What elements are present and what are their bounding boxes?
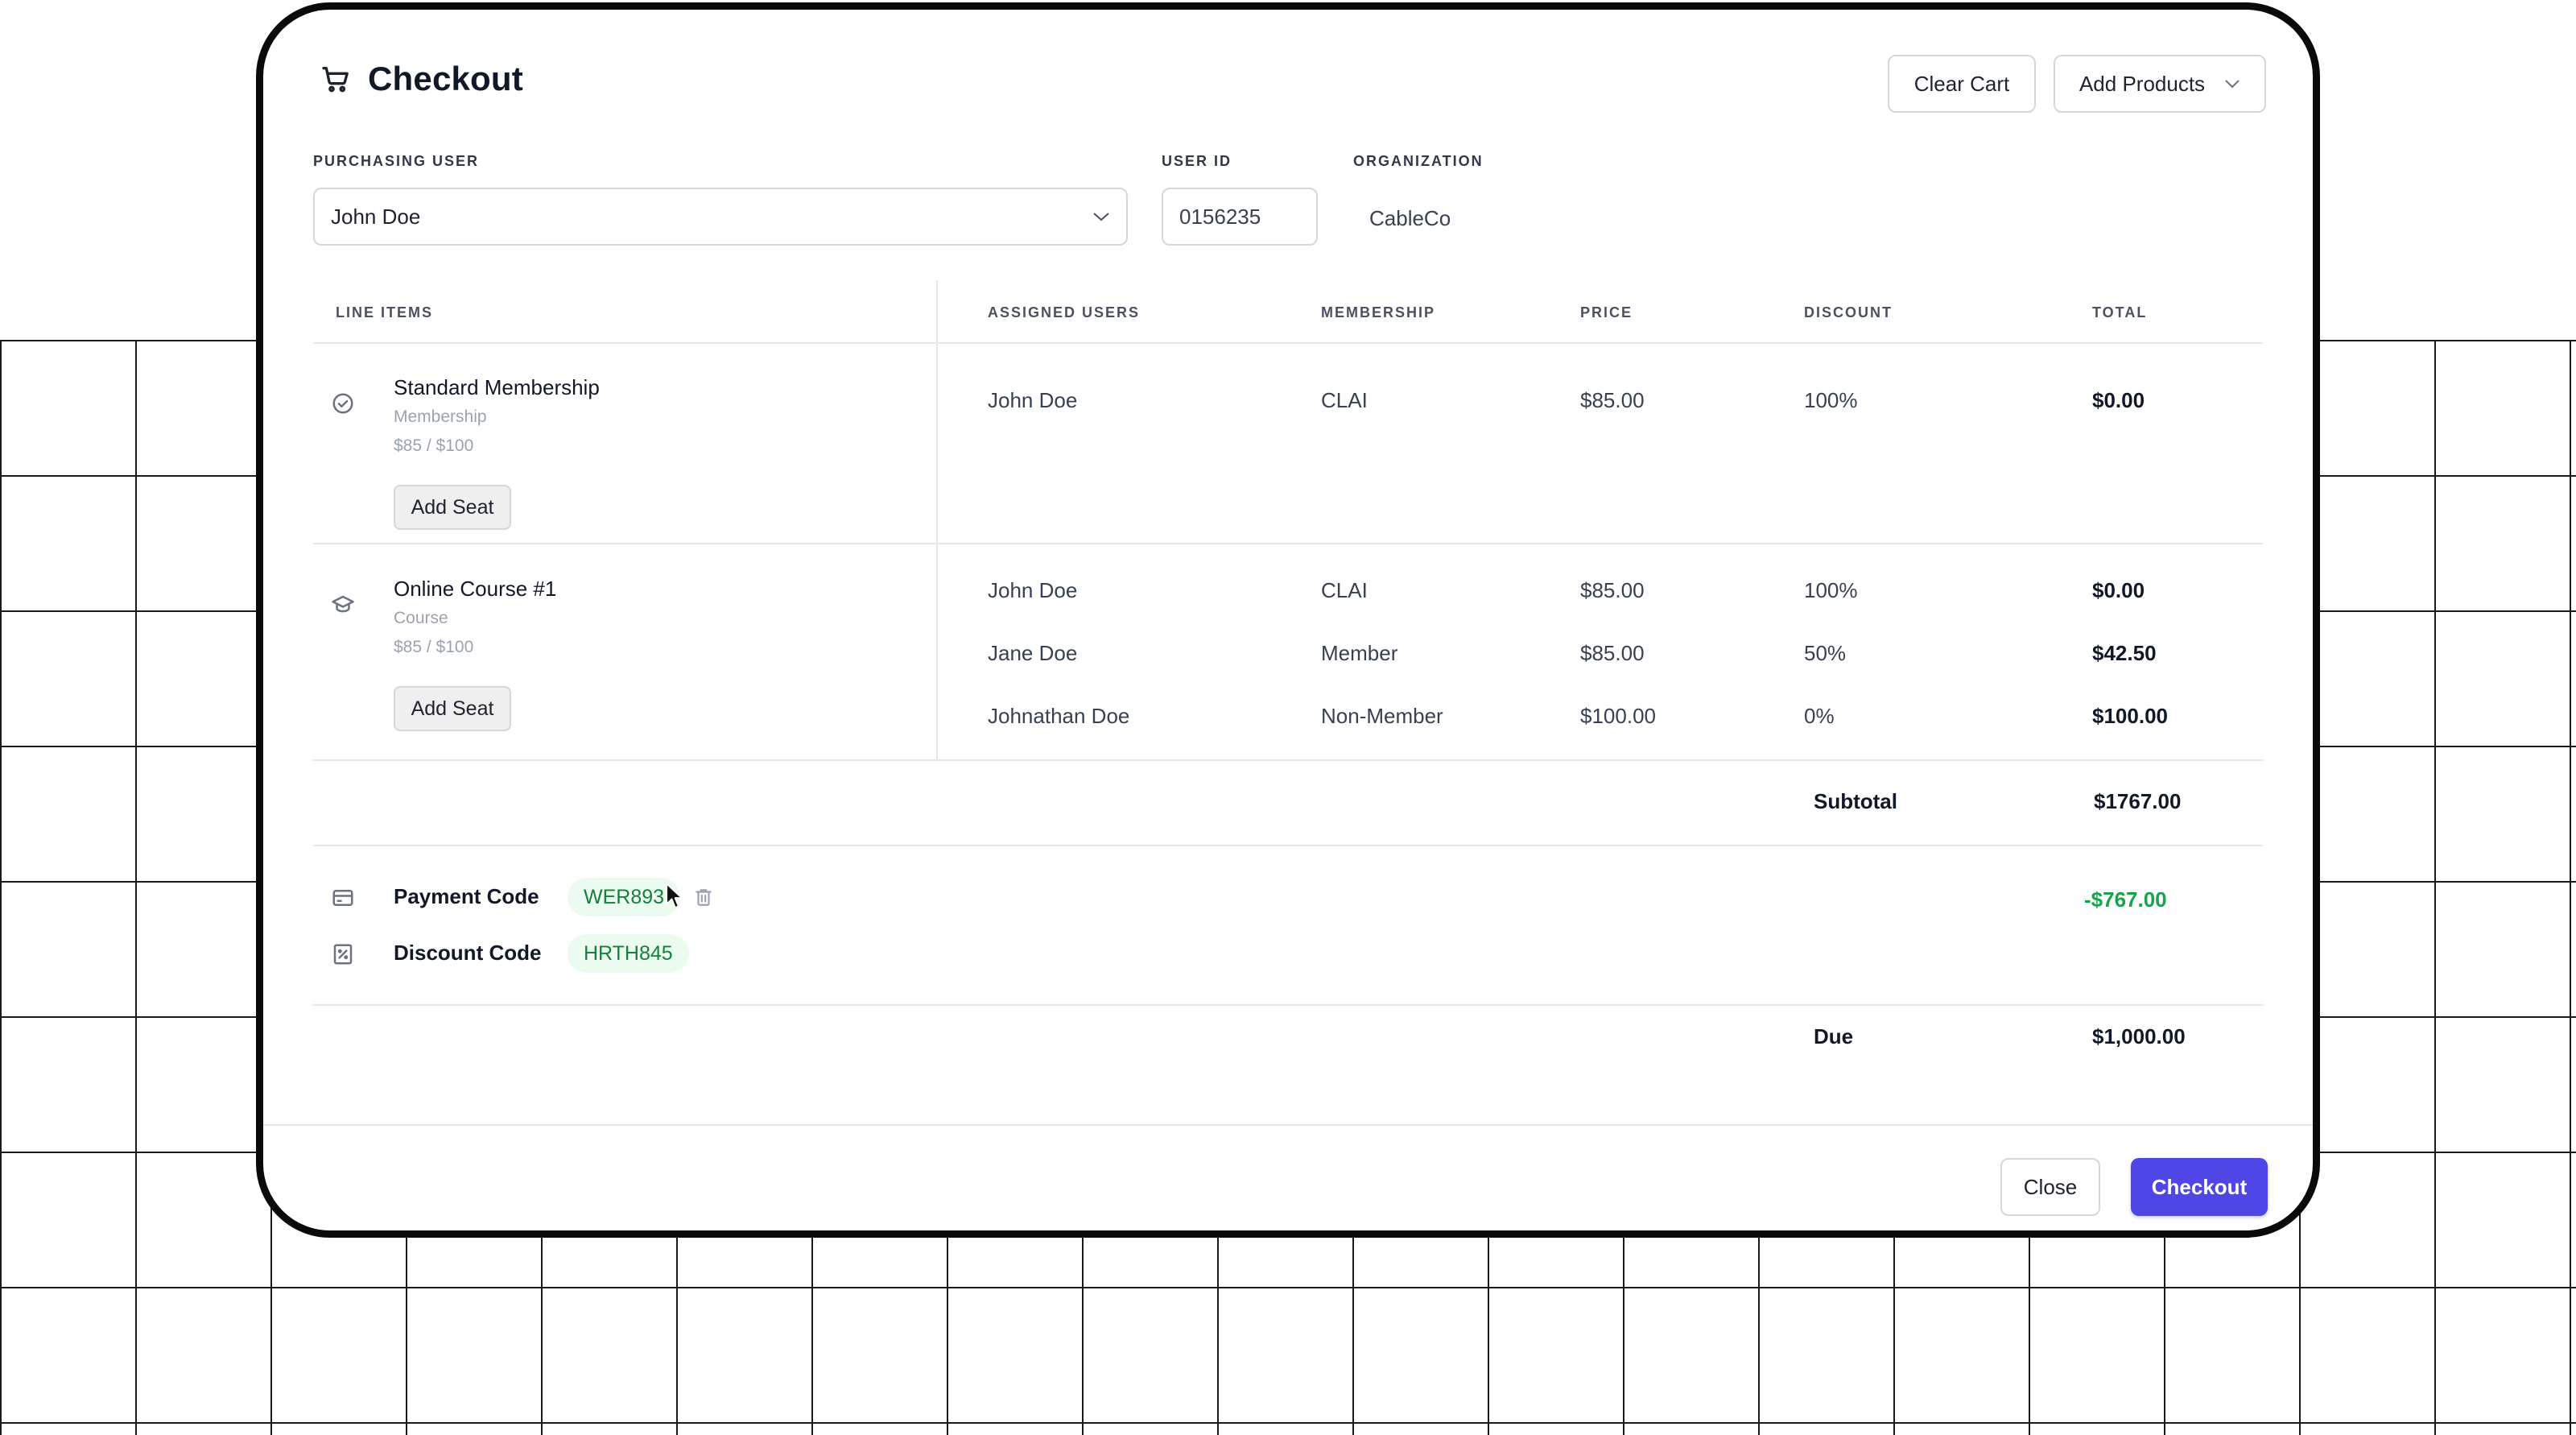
col-total: TOTAL xyxy=(2092,304,2148,320)
modal-header: Checkout Clear Cart Add Products xyxy=(320,52,2266,116)
item-type: Course xyxy=(394,609,448,627)
assigned-user: John Doe xyxy=(988,388,1078,412)
checkout-modal: Checkout Clear Cart Add Products PURCHAS… xyxy=(256,2,2320,1238)
subtotal-label: Subtotal xyxy=(1814,789,1897,813)
price-value: $85.00 xyxy=(1580,388,1645,412)
user-id-value: 0156235 xyxy=(1179,204,1261,229)
item-price-range: $85 / $100 xyxy=(394,436,474,455)
discount-code-label: Discount Code xyxy=(394,941,542,965)
organization-value: CableCo xyxy=(1369,206,1451,230)
total-value: $0.00 xyxy=(2092,578,2145,602)
due-value: $1,000.00 xyxy=(2092,1024,2186,1048)
add-products-dropdown[interactable]: Add Products xyxy=(2054,55,2266,113)
due-label: Due xyxy=(1814,1024,1854,1048)
divider xyxy=(313,759,2263,761)
membership-value: Non-Member xyxy=(1321,704,1443,728)
trash-icon[interactable] xyxy=(693,886,714,908)
credit-card-icon xyxy=(332,890,353,906)
mouse-pointer-icon xyxy=(666,883,683,909)
col-membership: MEMBERSHIP xyxy=(1321,304,1436,320)
footer-divider xyxy=(263,1124,2313,1126)
price-value: $100.00 xyxy=(1580,704,1656,728)
assigned-user: Jane Doe xyxy=(988,641,1078,665)
divider xyxy=(313,845,2263,846)
discount-value: 50% xyxy=(1804,641,1847,665)
purchasing-user-select[interactable]: John Doe xyxy=(313,188,1128,246)
divider xyxy=(313,1004,2263,1006)
price-value: $85.00 xyxy=(1580,641,1645,665)
membership-value: CLAI xyxy=(1321,578,1368,602)
total-value: $0.00 xyxy=(2092,388,2145,412)
title-group: Checkout xyxy=(320,60,523,98)
total-value: $100.00 xyxy=(2092,704,2168,728)
purchasing-user-value: John Doe xyxy=(331,204,421,229)
add-products-label: Add Products xyxy=(2079,71,2206,96)
chevron-down-icon xyxy=(2225,80,2240,89)
check-circle-icon xyxy=(332,393,353,414)
discount-value: 100% xyxy=(1804,578,1858,602)
col-line-items: LINE ITEMS xyxy=(336,304,434,320)
column-divider xyxy=(936,280,938,760)
divider xyxy=(313,342,2263,344)
page-title: Checkout xyxy=(368,60,523,97)
item-price-range: $85 / $100 xyxy=(394,638,474,656)
organization-label: ORGANIZATION xyxy=(1353,153,1484,169)
item-type: Membership xyxy=(394,407,487,426)
add-seat-button[interactable]: Add Seat xyxy=(394,686,511,731)
chevron-down-icon xyxy=(1093,213,1109,221)
graduation-cap-icon xyxy=(332,595,354,613)
checkout-button[interactable]: Checkout xyxy=(2131,1158,2268,1216)
divider xyxy=(313,543,2263,544)
clear-cart-button[interactable]: Clear Cart xyxy=(1888,55,2036,113)
close-button[interactable]: Close xyxy=(2000,1158,2100,1216)
cart-icon xyxy=(322,67,349,93)
payment-code-label: Payment Code xyxy=(394,884,539,908)
header-actions: Clear Cart Add Products xyxy=(1888,55,2266,113)
price-value: $85.00 xyxy=(1580,578,1645,602)
membership-value: CLAI xyxy=(1321,388,1368,412)
codes-amount: -$767.00 xyxy=(2084,887,2167,912)
col-discount: DISCOUNT xyxy=(1804,304,1893,320)
col-price: PRICE xyxy=(1580,304,1633,320)
total-value: $42.50 xyxy=(2092,641,2157,665)
discount-value: 100% xyxy=(1804,388,1858,412)
user-id-field[interactable]: 0156235 xyxy=(1162,188,1318,246)
payment-code-chip: WER893 xyxy=(568,878,681,916)
discount-receipt-icon xyxy=(333,944,353,965)
membership-value: Member xyxy=(1321,641,1398,665)
add-seat-button[interactable]: Add Seat xyxy=(394,485,511,530)
assigned-user: Johnathan Doe xyxy=(988,704,1130,728)
discount-code-chip: HRTH845 xyxy=(568,934,689,973)
purchasing-user-label: PURCHASING USER xyxy=(313,153,480,169)
subtotal-value: $1767.00 xyxy=(2094,789,2182,813)
user-id-label: USER ID xyxy=(1162,153,1232,169)
item-name: Standard Membership xyxy=(394,375,600,399)
assigned-user: John Doe xyxy=(988,578,1078,602)
discount-value: 0% xyxy=(1804,704,1835,728)
col-assigned-users: ASSIGNED USERS xyxy=(988,304,1141,320)
item-name: Online Course #1 xyxy=(394,577,557,601)
